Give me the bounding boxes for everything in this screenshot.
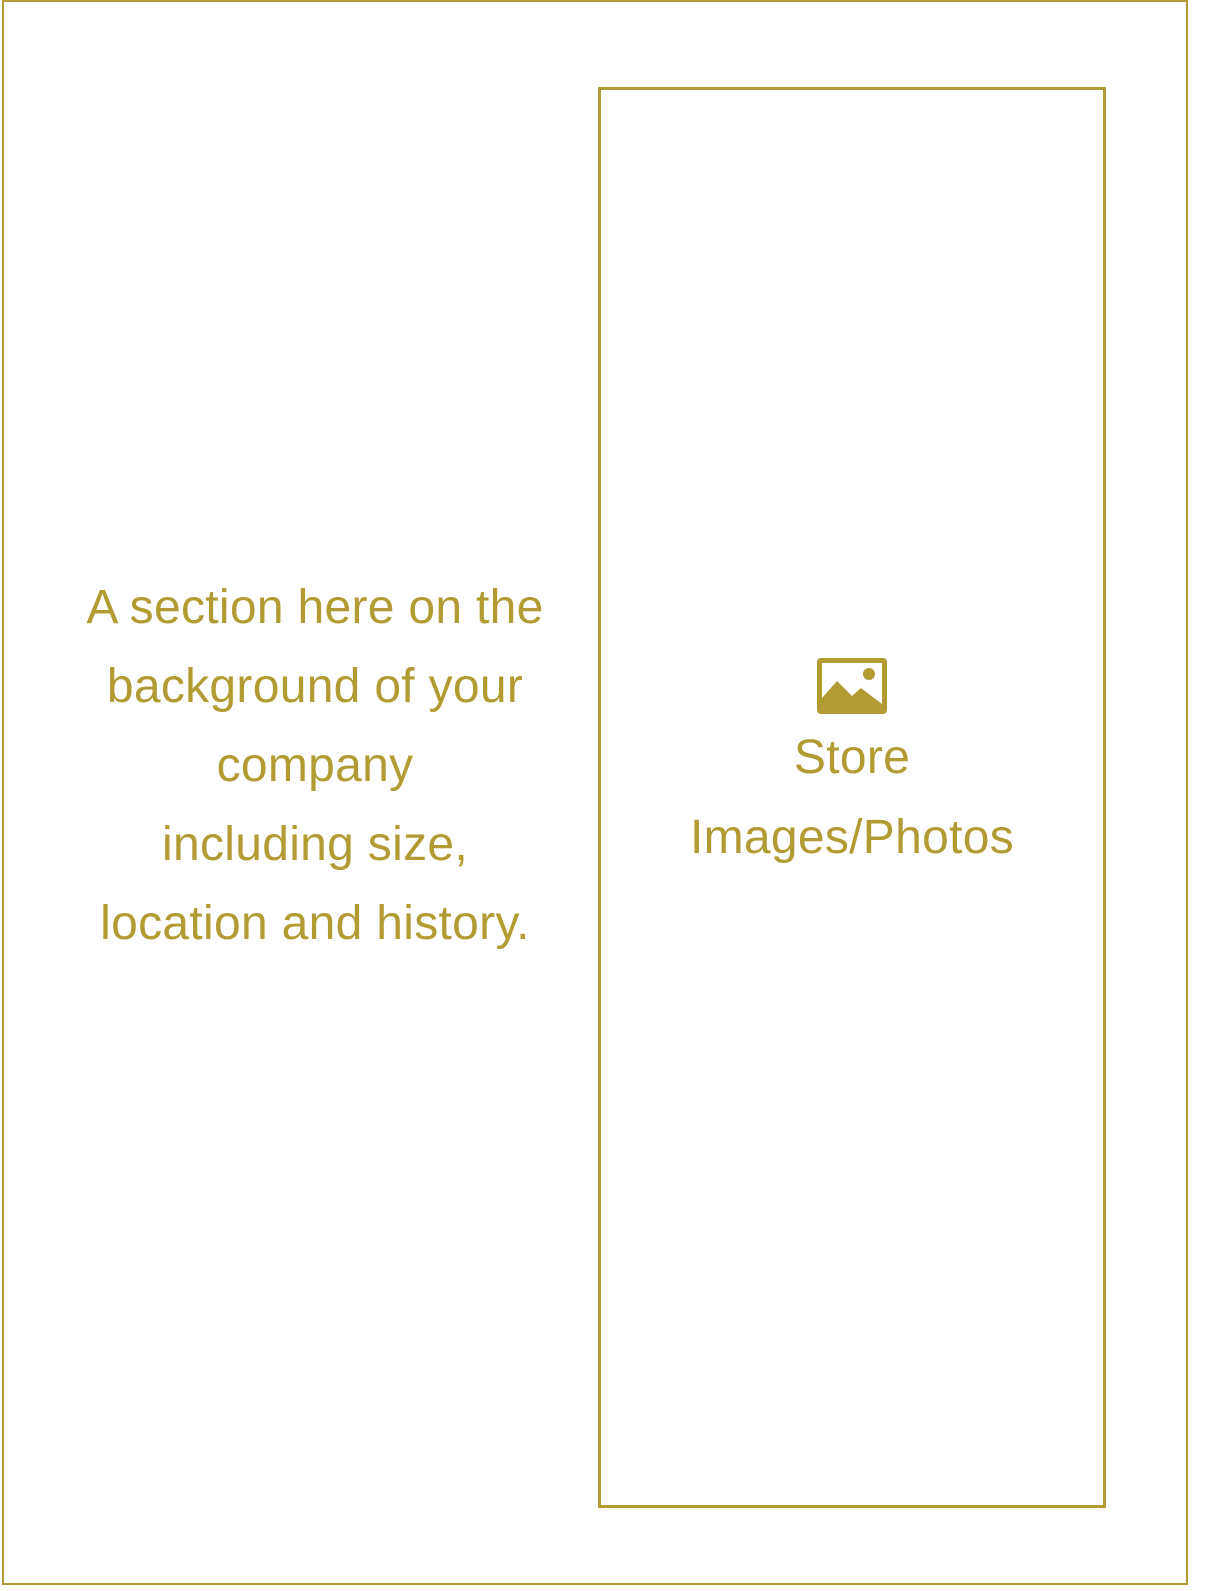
image-placeholder-content: Store Images/Photos	[601, 658, 1103, 878]
image-icon	[817, 658, 887, 714]
image-label-line-2: Images/Photos	[689, 811, 1015, 864]
image-placeholder-label: Store Images/Photos	[601, 718, 1103, 878]
store-image-placeholder[interactable]: Store Images/Photos	[598, 87, 1106, 1508]
company-background-line-3: company	[216, 739, 414, 792]
company-background-line-4: including size,	[162, 818, 468, 871]
company-background-text: A section here on the background of your…	[55, 568, 575, 963]
image-label-line-1: Store	[793, 731, 911, 784]
company-background-line-1: A section here on the	[86, 581, 544, 634]
company-background-line-5: location and history.	[100, 897, 530, 950]
company-background-line-2: background of your	[106, 660, 524, 713]
